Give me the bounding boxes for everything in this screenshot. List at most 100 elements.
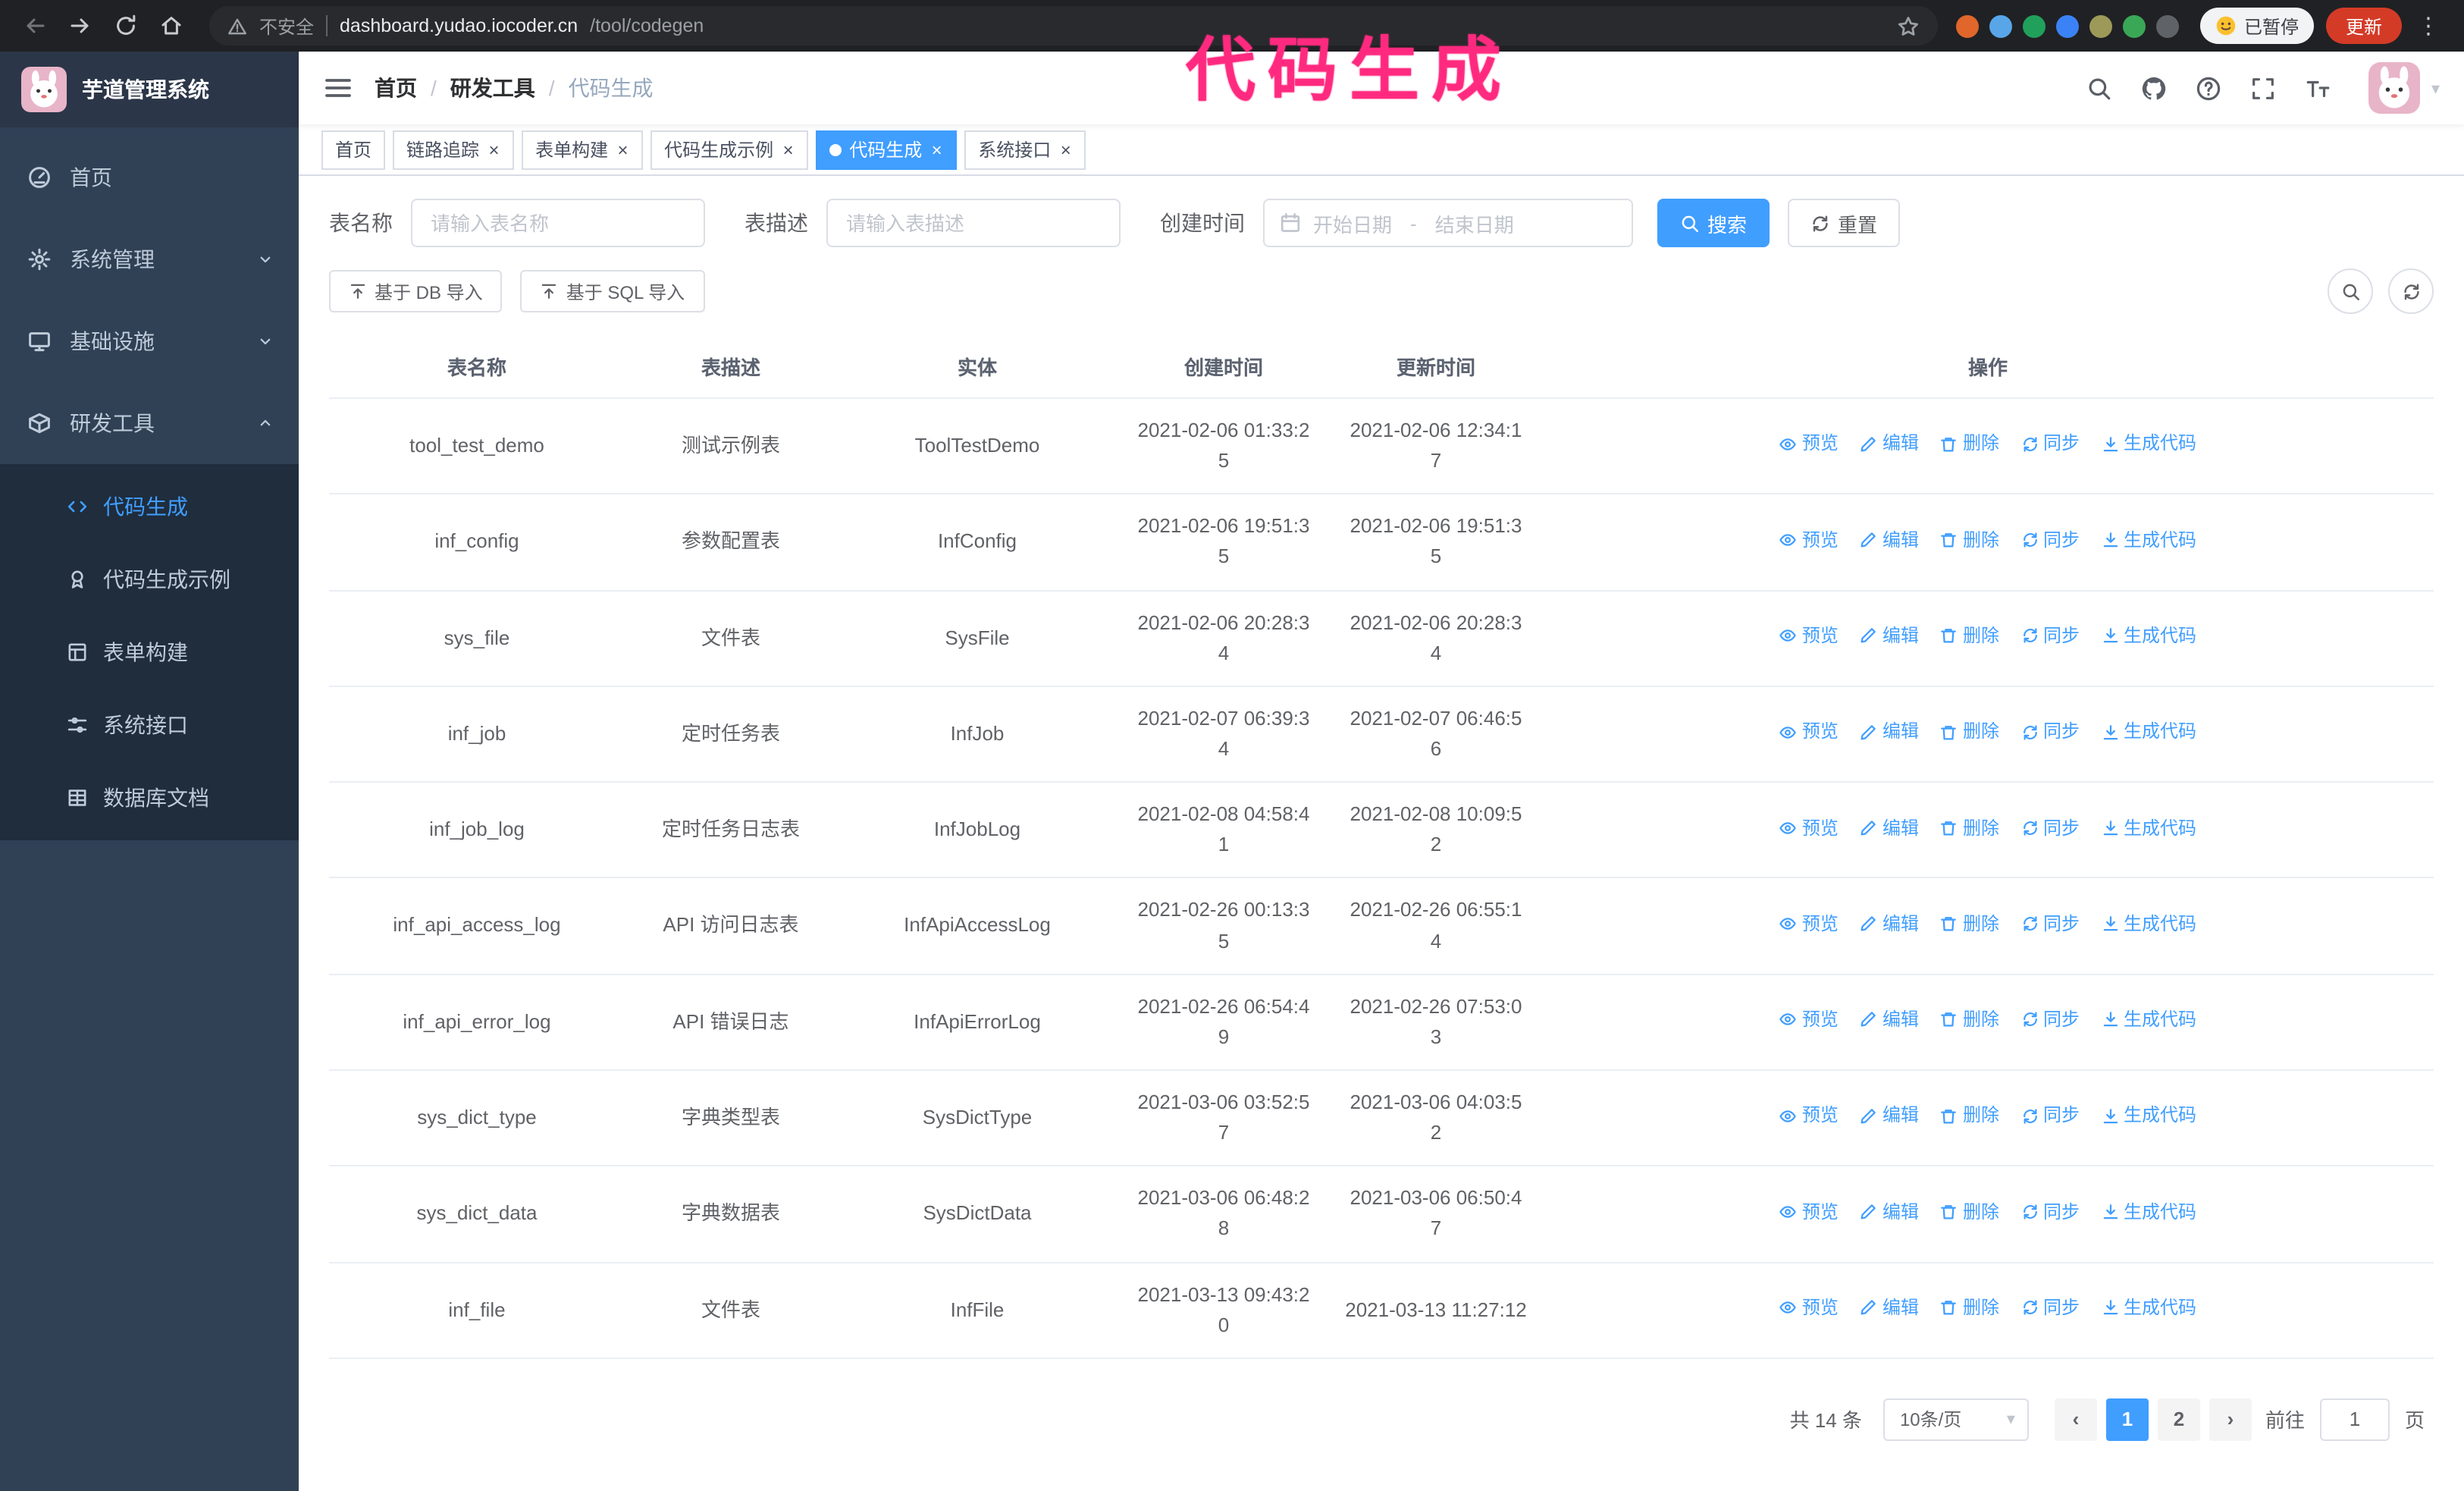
action-sync[interactable]: 同步: [2020, 1102, 2080, 1130]
logo[interactable]: 芋道管理系统: [0, 52, 299, 127]
extension-icon[interactable]: [1989, 14, 2012, 37]
tab-1[interactable]: 链路追踪 ×: [393, 130, 515, 169]
sidebar-subitem-form-builder[interactable]: 表单构建: [0, 616, 299, 689]
action-sync[interactable]: 同步: [2020, 1198, 2080, 1226]
browser-menu-icon[interactable]: ⋮: [2408, 12, 2449, 39]
import-sql-button[interactable]: 基于 SQL 导入: [520, 270, 705, 312]
page-1-button[interactable]: 1: [2105, 1398, 2149, 1441]
action-delete[interactable]: 删除: [1940, 526, 1999, 554]
action-delete[interactable]: 删除: [1940, 910, 1999, 938]
breadcrumb-item[interactable]: 研发工具: [450, 73, 535, 103]
action-delete[interactable]: 删除: [1940, 622, 1999, 650]
action-preview[interactable]: 预览: [1779, 1006, 1839, 1034]
refresh-table-button[interactable]: [2388, 268, 2434, 314]
action-generate[interactable]: 生成代码: [2101, 814, 2196, 842]
paused-badge[interactable]: 已暂停: [2199, 8, 2314, 44]
close-icon[interactable]: ×: [929, 140, 943, 159]
reload-icon[interactable]: [106, 6, 146, 46]
close-icon[interactable]: ×: [1058, 140, 1072, 159]
action-edit[interactable]: 编辑: [1860, 430, 1919, 458]
reset-button[interactable]: 重置: [1788, 199, 1901, 247]
action-preview[interactable]: 预览: [1779, 430, 1839, 458]
action-preview[interactable]: 预览: [1779, 1198, 1839, 1226]
action-generate[interactable]: 生成代码: [2101, 1102, 2196, 1130]
action-sync[interactable]: 同步: [2020, 1006, 2080, 1034]
action-preview[interactable]: 预览: [1779, 1102, 1839, 1130]
breadcrumb-item[interactable]: 首页: [375, 73, 417, 103]
question-icon[interactable]: [2196, 75, 2222, 101]
action-delete[interactable]: 删除: [1940, 718, 1999, 746]
action-edit[interactable]: 编辑: [1860, 1294, 1919, 1322]
action-generate[interactable]: 生成代码: [2101, 1006, 2196, 1034]
user-menu[interactable]: ▾: [2368, 62, 2440, 114]
action-preview[interactable]: 预览: [1779, 1294, 1839, 1322]
page-size-select[interactable]: 10条/页 ▾: [1882, 1398, 2029, 1441]
action-generate[interactable]: 生成代码: [2101, 622, 2196, 650]
tab-0[interactable]: 首页: [321, 130, 386, 169]
search-icon[interactable]: [2087, 75, 2113, 101]
fontsize-icon[interactable]: [2306, 75, 2331, 101]
action-generate[interactable]: 生成代码: [2101, 1198, 2196, 1226]
sidebar-item-devtools[interactable]: 研发工具: [0, 382, 299, 464]
extension-icon[interactable]: [2122, 14, 2146, 37]
action-sync[interactable]: 同步: [2020, 1294, 2080, 1322]
action-delete[interactable]: 删除: [1940, 1102, 1999, 1130]
action-edit[interactable]: 编辑: [1860, 1102, 1919, 1130]
sidebar-subitem-codegen-demo[interactable]: 代码生成示例: [0, 543, 299, 616]
action-sync[interactable]: 同步: [2020, 622, 2080, 650]
action-preview[interactable]: 预览: [1779, 718, 1839, 746]
hamburger-icon[interactable]: [323, 73, 353, 103]
extension-icon[interactable]: [2089, 14, 2112, 37]
close-icon[interactable]: ×: [487, 140, 500, 159]
tab-2[interactable]: 表单构建 ×: [522, 130, 644, 169]
action-edit[interactable]: 编辑: [1860, 1198, 1919, 1226]
action-generate[interactable]: 生成代码: [2101, 526, 2196, 554]
action-generate[interactable]: 生成代码: [2101, 910, 2196, 938]
action-sync[interactable]: 同步: [2020, 814, 2080, 842]
goto-page-input[interactable]: [2319, 1398, 2390, 1441]
action-edit[interactable]: 编辑: [1860, 910, 1919, 938]
action-generate[interactable]: 生成代码: [2101, 718, 2196, 746]
update-button[interactable]: 更新: [2325, 8, 2402, 44]
action-sync[interactable]: 同步: [2020, 526, 2080, 554]
action-generate[interactable]: 生成代码: [2101, 1294, 2196, 1322]
extension-icon[interactable]: [2055, 14, 2079, 37]
action-edit[interactable]: 编辑: [1860, 814, 1919, 842]
date-range-picker[interactable]: 开始日期 - 结束日期: [1263, 199, 1633, 247]
action-sync[interactable]: 同步: [2020, 910, 2080, 938]
action-delete[interactable]: 删除: [1940, 1006, 1999, 1034]
action-edit[interactable]: 编辑: [1860, 622, 1919, 650]
sidebar-subitem-codegen[interactable]: 代码生成: [0, 470, 299, 543]
action-edit[interactable]: 编辑: [1860, 1006, 1919, 1034]
action-delete[interactable]: 删除: [1940, 430, 1999, 458]
tab-5[interactable]: 系统接口 ×: [964, 130, 1086, 169]
page-2-button[interactable]: 2: [2157, 1398, 2200, 1441]
sidebar-subitem-db-doc[interactable]: 数据库文档: [0, 761, 299, 834]
action-sync[interactable]: 同步: [2020, 718, 2080, 746]
security-label[interactable]: 不安全: [259, 13, 314, 39]
action-generate[interactable]: 生成代码: [2101, 430, 2196, 458]
extension-icon[interactable]: [2155, 14, 2179, 37]
github-icon[interactable]: [2142, 75, 2168, 101]
table-desc-input[interactable]: [826, 199, 1121, 247]
back-icon[interactable]: [15, 6, 55, 46]
home-icon[interactable]: [152, 6, 191, 46]
extension-icon[interactable]: [2022, 14, 2045, 37]
action-edit[interactable]: 编辑: [1860, 718, 1919, 746]
action-sync[interactable]: 同步: [2020, 430, 2080, 458]
close-icon[interactable]: ×: [781, 140, 795, 159]
forward-icon[interactable]: [61, 6, 100, 46]
action-preview[interactable]: 预览: [1779, 814, 1839, 842]
search-button[interactable]: 搜索: [1657, 199, 1770, 247]
sidebar-subitem-api[interactable]: 系统接口: [0, 689, 299, 761]
action-delete[interactable]: 删除: [1940, 1294, 1999, 1322]
prev-page-button[interactable]: ‹: [2054, 1398, 2097, 1441]
next-page-button[interactable]: ›: [2209, 1398, 2252, 1441]
sidebar-item-system[interactable]: 系统管理: [0, 218, 299, 300]
tab-3[interactable]: 代码生成示例 ×: [650, 130, 809, 169]
extension-icon[interactable]: [1955, 14, 1979, 37]
address-bar[interactable]: 不安全 dashboard.yudao.iocoder.cn /tool/cod…: [209, 6, 1938, 46]
table-name-input[interactable]: [411, 199, 705, 247]
action-delete[interactable]: 删除: [1940, 814, 1999, 842]
toggle-search-button[interactable]: [2328, 268, 2373, 314]
